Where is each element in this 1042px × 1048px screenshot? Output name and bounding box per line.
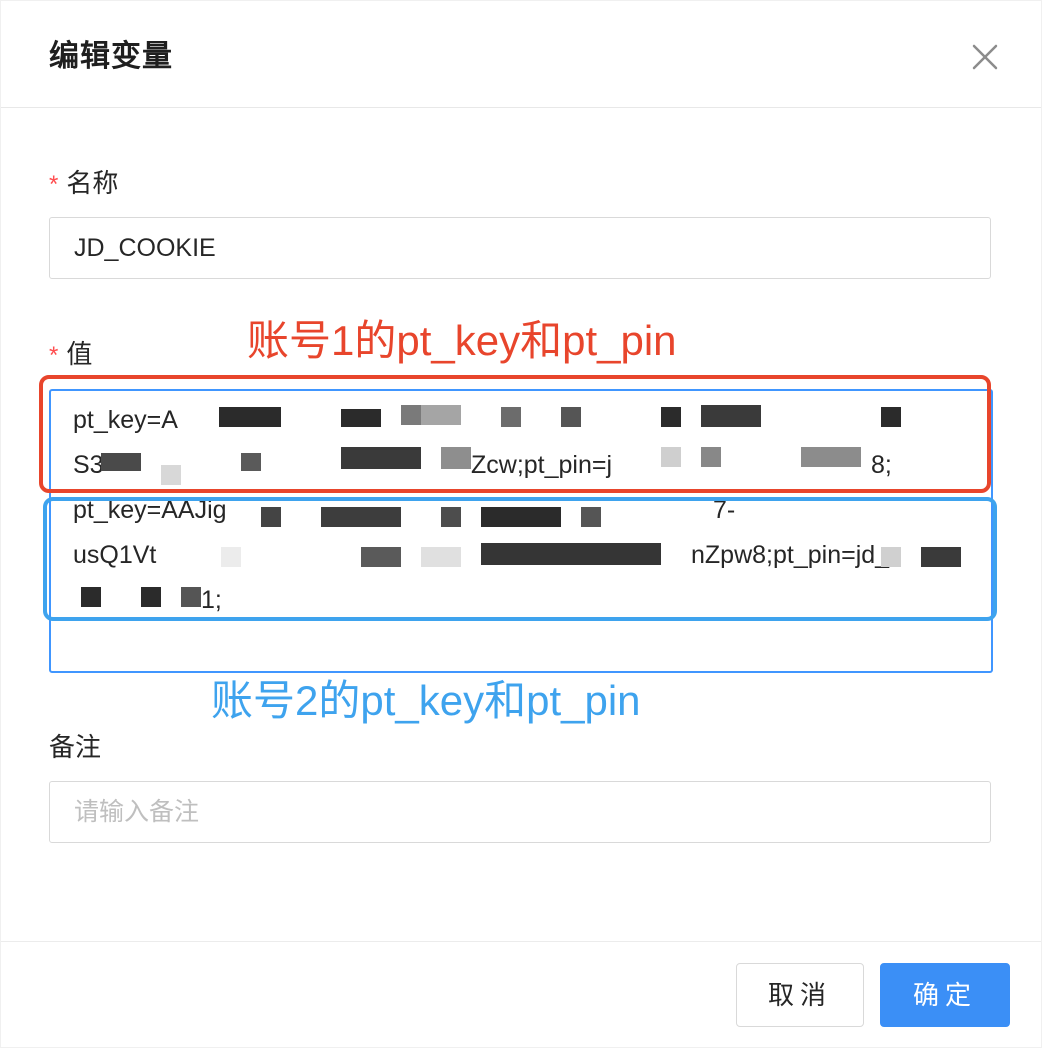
name-label-text: 名称 (66, 168, 119, 198)
edit-variable-dialog: 编辑变量 *名称 *值 pt_key=A S3 Zcw;pt_pin=j 8; … (0, 0, 1042, 1048)
ok-button[interactable]: 确定 (880, 963, 1010, 1027)
footer-divider (1, 941, 1041, 942)
account1-annotation: 账号1的pt_key和pt_pin (247, 317, 677, 364)
name-label: * 名称 (49, 163, 118, 200)
dialog-header: 编辑变量 (1, 1, 1041, 108)
value-label: * 值 (49, 334, 92, 371)
value-label-text: 值 (66, 339, 93, 369)
name-input[interactable] (49, 217, 991, 279)
required-mark: * (49, 171, 59, 198)
account2-annotation: 账号2的pt_key和pt_pin (211, 677, 641, 724)
close-icon[interactable] (963, 35, 1007, 79)
cancel-button[interactable]: 取消 (736, 963, 864, 1027)
required-mark: * (49, 342, 59, 369)
account1-highlight-box (39, 375, 991, 493)
dialog-title: 编辑变量 (49, 40, 173, 73)
remark-label: 备注 (49, 732, 102, 762)
account2-highlight-box (43, 497, 997, 621)
remark-input[interactable] (49, 781, 991, 843)
